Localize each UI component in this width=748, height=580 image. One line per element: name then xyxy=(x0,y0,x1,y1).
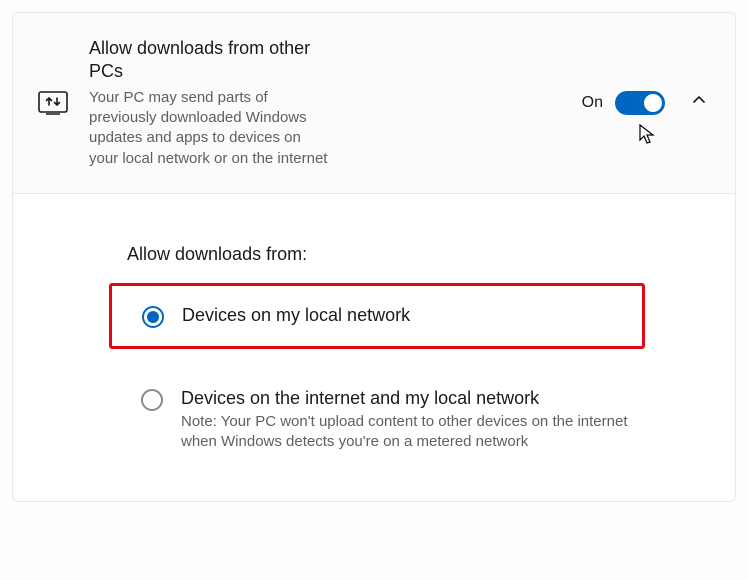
delivery-icon xyxy=(37,91,69,115)
radio-label: Devices on the internet and my local net… xyxy=(181,387,631,410)
allow-downloads-toggle[interactable] xyxy=(615,91,665,115)
setting-header-row[interactable]: Allow downloads from other PCs Your PC m… xyxy=(13,13,735,194)
section-label: Allow downloads from: xyxy=(127,244,645,265)
radio-button-icon xyxy=(142,306,164,328)
chevron-up-icon[interactable] xyxy=(691,92,707,113)
radio-option-internet-and-local[interactable]: Devices on the internet and my local net… xyxy=(127,369,645,471)
radio-option-local-network[interactable]: Devices on my local network xyxy=(109,283,645,349)
toggle-group: On xyxy=(582,91,707,115)
mouse-cursor-icon xyxy=(638,123,656,150)
setting-title: Allow downloads from other PCs xyxy=(89,37,329,84)
radio-note: Note: Your PC won't upload content to ot… xyxy=(181,412,631,453)
radio-label: Devices on my local network xyxy=(182,304,628,327)
setting-header-text: Allow downloads from other PCs Your PC m… xyxy=(89,37,329,169)
radio-button-icon xyxy=(141,389,163,411)
delivery-optimization-card: Allow downloads from other PCs Your PC m… xyxy=(12,12,736,502)
toggle-state-label: On xyxy=(582,94,603,112)
setting-description: Your PC may send parts of previously dow… xyxy=(89,88,329,169)
toggle-knob xyxy=(644,94,662,112)
expanded-options-section: Allow downloads from: Devices on my loca… xyxy=(13,194,735,501)
